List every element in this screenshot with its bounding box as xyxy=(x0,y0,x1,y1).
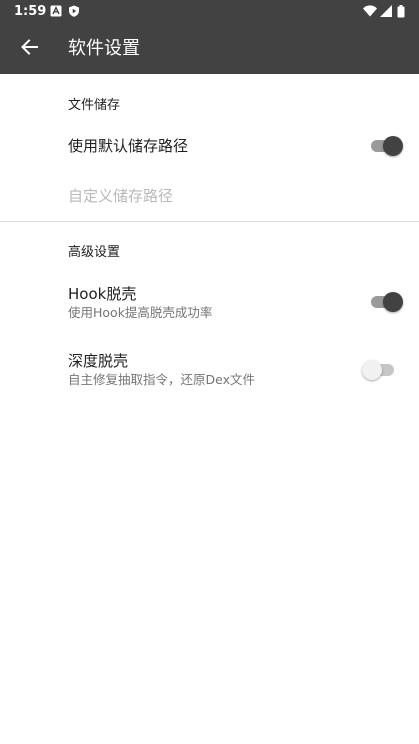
switch-thumb xyxy=(383,292,403,312)
pref-deep-unpack-title: 深度脱壳 xyxy=(68,352,129,370)
play-shield-icon xyxy=(68,5,80,17)
pref-deep-unpack-summary: 自主修复抽取指令，还原Dex文件 xyxy=(68,372,255,387)
wifi-icon xyxy=(363,5,377,17)
section-divider xyxy=(0,221,419,222)
category-title-advanced: 高级设置 xyxy=(68,245,121,260)
signal-icon xyxy=(380,5,392,17)
pref-custom-path: 自定义储存路径 xyxy=(0,174,419,220)
battery-icon xyxy=(397,5,405,18)
pref-default-path[interactable]: 使用默认储存路径 xyxy=(0,122,419,172)
status-bar: 1:59 xyxy=(0,0,419,24)
switch-thumb xyxy=(383,136,403,156)
pref-hook-unpack-summary: 使用Hook提高脱壳成功率 xyxy=(68,305,213,320)
page-title: 软件设置 xyxy=(68,38,140,59)
pref-hook-unpack[interactable]: Hook脱壳 使用Hook提高脱壳成功率 xyxy=(0,274,419,328)
notification-a-icon xyxy=(50,5,62,17)
deep-unpack-switch[interactable] xyxy=(362,359,398,381)
hook-unpack-switch[interactable] xyxy=(369,291,405,313)
pref-custom-path-title: 自定义储存路径 xyxy=(68,187,174,205)
arrow-back-icon xyxy=(20,38,38,60)
default-path-switch[interactable] xyxy=(369,135,405,157)
pref-hook-unpack-title: Hook脱壳 xyxy=(68,285,137,303)
pref-deep-unpack[interactable]: 深度脱壳 自主修复抽取指令，还原Dex文件 xyxy=(0,340,419,396)
app-bar: 软件设置 xyxy=(0,24,419,74)
pref-default-path-title: 使用默认储存路径 xyxy=(68,137,189,155)
switch-thumb xyxy=(362,360,382,380)
status-time: 1:59 xyxy=(14,4,47,19)
category-title-storage: 文件储存 xyxy=(68,98,121,113)
back-button[interactable] xyxy=(12,32,46,66)
